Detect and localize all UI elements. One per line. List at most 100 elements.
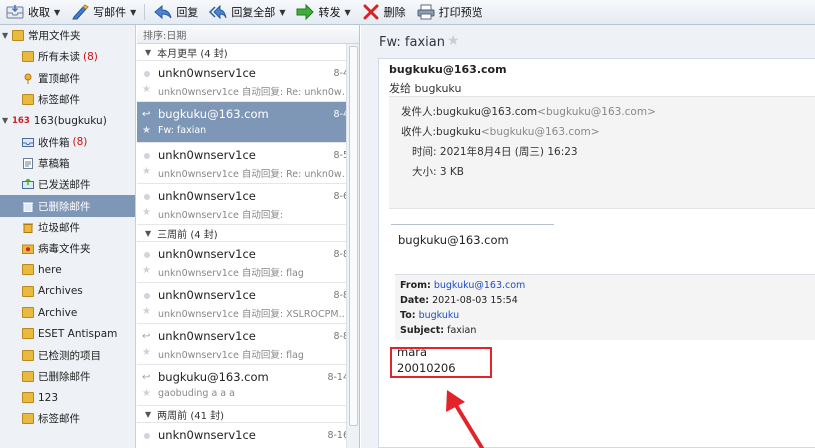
sidebar-item-all-unread[interactable]: 所有未读 (8): [0, 46, 135, 67]
delete-label: 删除: [383, 6, 406, 19]
list-item[interactable]: ↩ unkn0wnserv1ce 8-8 ★ unkn0wnserv1ce 自动…: [137, 324, 359, 365]
star-icon[interactable]: ★: [142, 125, 151, 136]
sender: unkn0wnserv1ce: [158, 329, 256, 343]
tag-folder-icon: [22, 94, 34, 106]
sidebar-item-label: 收件箱: [38, 136, 70, 149]
sender: bugkuku@163.com: [158, 370, 269, 384]
list-item[interactable]: unkn0wnserv1ce 8-6 ★ unkn0wnserv1ce 自动回复…: [137, 184, 359, 225]
quote-to-link[interactable]: bugkuku: [419, 310, 460, 321]
from-label: 发件人:: [401, 106, 437, 118]
star-icon[interactable]: ★: [447, 33, 460, 49]
star-icon[interactable]: ★: [142, 388, 151, 399]
sort-header[interactable]: 排序:日期: [137, 25, 359, 44]
chevron-down-icon[interactable]: ▼: [344, 8, 350, 17]
sidebar-item-deleted-2[interactable]: 已删除邮件: [0, 366, 135, 387]
sent-icon: [22, 178, 34, 190]
list-item[interactable]: ↩ bugkuku@163.com 8-14 ★ gaobuding a a a: [137, 365, 359, 406]
star-icon[interactable]: ★: [142, 347, 151, 358]
sidebar-item-123[interactable]: 123: [0, 387, 135, 408]
sidebar-item-label: here: [38, 263, 62, 276]
sidebar-item-label: Archive: [38, 306, 78, 319]
chevron-down-icon[interactable]: ▼: [2, 31, 10, 40]
sidebar-item-here[interactable]: here: [0, 259, 135, 280]
quote-subject-value: faxian: [447, 325, 477, 336]
quote-from-link[interactable]: bugkuku@163.com: [434, 280, 525, 291]
sidebar-item-detected[interactable]: 已检测的项目: [0, 344, 135, 365]
sidebar-item-sent[interactable]: 已发送邮件: [0, 174, 135, 195]
chevron-down-icon[interactable]: ▼: [279, 8, 285, 17]
list-item[interactable]: unkn0wnserv1ce 8-8 ★ unkn0wnserv1ce 自动回复…: [137, 242, 359, 283]
compose-button[interactable]: 写邮件 ▼: [65, 0, 141, 25]
star-icon[interactable]: ★: [142, 84, 151, 95]
chevron-down-icon[interactable]: ▼: [54, 8, 60, 17]
account-163-icon: 163: [12, 115, 30, 126]
list-item[interactable]: unkn0wnserv1ce 8-4 ★ unkn0wnserv1ce 自动回复…: [137, 61, 359, 102]
star-icon[interactable]: ★: [142, 265, 151, 276]
delete-button[interactable]: 删除: [356, 0, 411, 25]
sidebar-item-label: 置顶邮件: [38, 72, 80, 85]
sidebar-item-inbox[interactable]: 收件箱 (8): [0, 131, 135, 152]
folder-icon: [22, 51, 34, 63]
sidebar-item-deleted[interactable]: 已删除邮件: [0, 195, 135, 217]
unread-count: (8): [72, 136, 88, 149]
star-icon[interactable]: ★: [142, 207, 151, 218]
size-label: 大小:: [412, 166, 437, 178]
body-sender: bugkuku@163.com: [398, 233, 509, 247]
sidebar-item-virus[interactable]: 病毒文件夹: [0, 238, 135, 259]
chevron-down-icon[interactable]: ▼: [145, 48, 151, 57]
list-item[interactable]: ↩ bugkuku@163.com 8-4 ★ Fw: faxian: [137, 102, 359, 143]
group-header[interactable]: ▼ 本月更早 (4 封): [137, 44, 359, 61]
group-header[interactable]: ▼ 三周前 (4 封): [137, 225, 359, 242]
unread-dot-icon: [144, 433, 150, 439]
sidebar-item-label: ESET Antispam: [38, 327, 118, 340]
from-name[interactable]: bugkuku@163.com: [436, 106, 537, 118]
reply-button[interactable]: 回复: [148, 0, 203, 25]
sidebar-item-junk[interactable]: 垃圾邮件: [0, 217, 135, 238]
sender: unkn0wnserv1ce: [158, 247, 256, 261]
chevron-down-icon[interactable]: ▼: [145, 410, 151, 419]
sidebar-item-archives[interactable]: Archives: [0, 281, 135, 302]
print-preview-button[interactable]: 打印预览: [411, 0, 488, 25]
reply-all-button[interactable]: 回复全部 ▼: [203, 0, 290, 25]
list-item[interactable]: unkn0wnserv1ce 8-16: [137, 423, 359, 448]
to-row: 收件人:bugkuku<bugkuku@163.com>: [401, 124, 600, 139]
list-item[interactable]: unkn0wnserv1ce 8-5 ★ unkn0wnserv1ce 自动回复…: [137, 143, 359, 184]
receive-label: 收取: [28, 6, 50, 19]
quote-from: From: bugkuku@163.com: [400, 280, 525, 291]
sidebar-item-archive[interactable]: Archive: [0, 302, 135, 323]
to-name[interactable]: bugkuku: [436, 126, 481, 138]
draft-icon: [22, 157, 34, 169]
sidebar-item-pinned[interactable]: 置顶邮件: [0, 68, 135, 89]
unread-dot-icon: [144, 293, 150, 299]
star-icon[interactable]: ★: [142, 166, 151, 177]
sidebar-item-account[interactable]: ▼ 163 163(bugkuku): [0, 110, 135, 131]
star-icon[interactable]: ★: [142, 306, 151, 317]
from-address: <bugkuku@163.com>: [537, 106, 656, 118]
quote-from-label: From:: [400, 280, 431, 291]
list-item[interactable]: unkn0wnserv1ce 8-8 ★ unkn0wnserv1ce 自动回复…: [137, 283, 359, 324]
forward-button[interactable]: 转发 ▼: [290, 0, 355, 25]
chevron-down-icon[interactable]: ▼: [2, 116, 10, 125]
sidebar-item-drafts[interactable]: 草稿箱: [0, 153, 135, 174]
list-scrollbar[interactable]: [346, 44, 359, 448]
sidebar-item-label: 标签邮件: [38, 413, 80, 426]
scrollbar-thumb[interactable]: [349, 46, 358, 426]
time-label: 时间:: [412, 146, 437, 158]
chevron-down-icon[interactable]: ▼: [130, 8, 136, 17]
sidebar-item-tagged-2[interactable]: 标签邮件: [0, 408, 135, 429]
sidebar-item-label: 123: [38, 391, 59, 404]
quote-subject-label: Subject:: [400, 325, 445, 336]
inbox-icon: [22, 137, 34, 148]
receive-button[interactable]: 收取 ▼: [0, 0, 65, 25]
quote-subject: Subject: faxian: [400, 325, 476, 336]
preview: unkn0wnserv1ce 自动回复: flag: [158, 350, 304, 361]
chevron-down-icon[interactable]: ▼: [145, 229, 151, 238]
group-header[interactable]: ▼ 两周前 (41 封): [137, 406, 359, 423]
sidebar-item-tagged[interactable]: 标签邮件: [0, 89, 135, 110]
message-details: 发件人:bugkuku@163.com<bugkuku@163.com> 收件人…: [389, 96, 815, 209]
folder-icon: [22, 328, 34, 340]
sender: unkn0wnserv1ce: [158, 288, 256, 302]
sender-address[interactable]: bugkuku@163.com: [389, 63, 507, 76]
sidebar-item-eset-antispam[interactable]: ESET Antispam: [0, 323, 135, 344]
sidebar-item-common-folders[interactable]: ▼ 常用文件夹: [0, 25, 135, 46]
